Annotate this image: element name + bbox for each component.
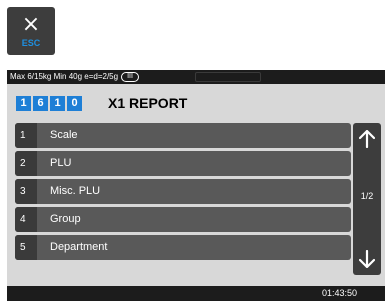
menu-item-scale[interactable]: 1 Scale xyxy=(15,123,351,148)
menu-item-department[interactable]: 5 Department xyxy=(15,235,351,260)
scale-screen: Max 6/15kg Min 40g e=d=2/5g III 1 6 1 0 … xyxy=(7,70,385,301)
page-indicator: 1/2 xyxy=(360,191,374,201)
bottom-status-bar: 01:43:50 xyxy=(7,286,385,301)
menu-item-label: Scale xyxy=(50,129,78,141)
page-up-button[interactable] xyxy=(353,125,381,153)
menu-item-number: 5 xyxy=(15,235,37,260)
code-digit: 0 xyxy=(67,95,82,111)
report-header: 1 6 1 0 X1 REPORT xyxy=(7,84,385,122)
code-digits: 1 6 1 0 xyxy=(16,95,84,111)
report-menu: 1 Scale 2 PLU 3 Misc. PLU 4 Group 5 Depa… xyxy=(15,123,351,263)
menu-item-misc-plu[interactable]: 3 Misc. PLU xyxy=(15,179,351,204)
code-digit: 1 xyxy=(50,95,65,111)
menu-item-label: Misc. PLU xyxy=(50,185,101,197)
code-digit: 6 xyxy=(33,95,48,111)
esc-label: ESC xyxy=(21,37,41,48)
page-down-button[interactable] xyxy=(353,245,381,273)
pager: 1/2 xyxy=(353,123,381,275)
page-title: X1 REPORT xyxy=(108,95,188,111)
esc-button[interactable]: × ESC xyxy=(7,7,55,55)
menu-item-label: Group xyxy=(50,213,81,225)
arrow-up-icon xyxy=(359,130,375,148)
status-bar: Max 6/15kg Min 40g e=d=2/5g III xyxy=(7,70,385,84)
menu-item-number: 3 xyxy=(15,179,37,204)
menu-item-plu[interactable]: 2 PLU xyxy=(15,151,351,176)
menu-item-group[interactable]: 4 Group xyxy=(15,207,351,232)
close-icon: × xyxy=(21,11,41,37)
status-indicator-slot xyxy=(195,72,261,82)
capacity-info: Max 6/15kg Min 40g e=d=2/5g xyxy=(10,72,119,81)
accuracy-class-badge: III xyxy=(121,72,139,82)
menu-item-number: 2 xyxy=(15,151,37,176)
clock: 01:43:50 xyxy=(321,288,357,298)
menu-item-number: 1 xyxy=(15,123,37,148)
menu-item-label: Department xyxy=(50,241,108,253)
code-digit: 1 xyxy=(16,95,31,111)
arrow-down-icon xyxy=(359,250,375,268)
menu-item-number: 4 xyxy=(15,207,37,232)
menu-item-label: PLU xyxy=(50,157,72,169)
